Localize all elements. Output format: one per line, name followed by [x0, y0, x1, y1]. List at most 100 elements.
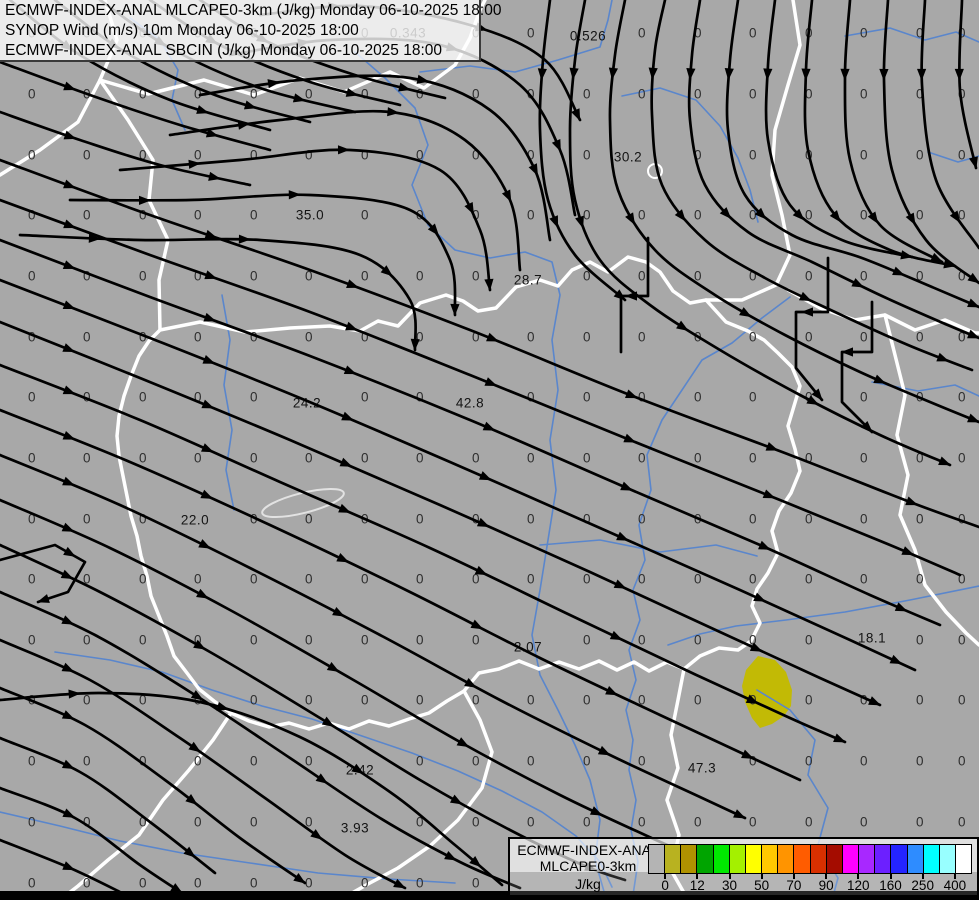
wind-arrowhead — [741, 749, 754, 759]
wind-arrowhead — [321, 716, 335, 727]
wind-arrowhead — [528, 163, 538, 177]
wind-arrowhead — [967, 329, 979, 339]
colorbar-cell — [777, 845, 794, 873]
title-block: ECMWF-INDEX-ANAL MLCAPE0-3km (J/kg) Mond… — [0, 0, 501, 62]
legend-subtitle: MLCAPE0-3km — [539, 858, 637, 874]
title-line-sbcin: ECMWF-INDEX-ANAL SBCIN (J/kg) Monday 06-… — [5, 42, 443, 59]
wind-streamline-layer — [0, 0, 979, 895]
wind-arrowhead — [37, 594, 50, 603]
wind-arrowhead — [833, 733, 846, 743]
wind-arrowhead — [61, 662, 75, 672]
wind-streamline — [0, 590, 522, 890]
wind-arrowhead — [337, 145, 350, 155]
wind-arrowhead — [851, 278, 865, 288]
colorbar-cell — [744, 845, 762, 873]
wind-arrowhead — [482, 421, 496, 431]
wind-streamline — [0, 686, 307, 885]
wind-arrowhead — [484, 377, 498, 387]
wind-arrowhead — [238, 234, 251, 244]
wind-arrowhead — [624, 389, 638, 399]
wind-arrowhead — [470, 619, 484, 630]
wind-arrowhead — [62, 260, 76, 269]
wind-arrowhead — [63, 81, 77, 91]
wind-arrowhead — [625, 291, 637, 301]
wind-arrowhead — [338, 503, 351, 513]
wind-arrowhead — [464, 201, 474, 215]
wind-arrowhead — [648, 67, 658, 80]
wind-arrowhead — [450, 303, 460, 316]
wind-arrowhead — [62, 430, 76, 440]
wind-arrowhead — [686, 68, 696, 81]
wind-arrowhead — [537, 68, 547, 81]
legend-unit: J/kg — [575, 876, 601, 892]
wind-arrowhead — [905, 212, 916, 226]
colorbar-cell — [696, 845, 713, 873]
title-line-synop-wind: SYNOP Wind (m/s) 10m Monday 06-10-2025 1… — [5, 22, 359, 39]
wind-arrowhead — [339, 457, 353, 467]
colorbar-cell — [874, 845, 891, 873]
wind-arrowhead — [613, 579, 627, 589]
wind-arrowhead — [758, 540, 771, 550]
wind-arrowhead — [894, 602, 908, 612]
wind-arrowhead — [486, 332, 499, 342]
wind-arrowhead — [61, 522, 75, 532]
wind-arrowhead — [938, 456, 951, 466]
wind-arrowhead — [343, 365, 357, 375]
wind-arrowhead — [61, 615, 75, 625]
colorbar-cell — [890, 845, 907, 873]
wind-arrowhead — [62, 861, 76, 871]
colorbar-cell — [938, 845, 955, 873]
wind-arrowhead — [449, 794, 463, 805]
wind-arrowhead — [967, 413, 979, 423]
colorbar-cell — [841, 845, 859, 873]
wind-arrowhead — [879, 68, 889, 81]
colorbar-cell — [954, 845, 972, 873]
wind-arrowhead — [609, 630, 623, 641]
wind-streamline — [957, 0, 978, 170]
wind-arrowhead — [765, 442, 779, 451]
wind-arrowhead — [575, 215, 584, 229]
wind-arrowhead — [569, 67, 579, 81]
legend-title: ECMWF-INDEX-ANAL — [517, 842, 659, 858]
wind-arrowhead — [62, 385, 76, 395]
colorbar-cell — [728, 845, 745, 873]
wind-arrowhead — [193, 639, 206, 650]
colorbar-cell — [761, 845, 778, 873]
wind-arrowhead — [801, 307, 813, 317]
colorbar-cell — [793, 845, 810, 873]
wind-arrowhead — [478, 471, 492, 481]
wind-arrowhead — [336, 553, 350, 563]
wind-arrowhead — [623, 433, 637, 443]
wind-arrowhead — [332, 606, 345, 617]
wind-arrowhead — [288, 190, 301, 200]
wind-arrowhead — [63, 179, 76, 189]
wind-arrowhead — [63, 130, 77, 140]
wind-streamline — [0, 320, 882, 707]
wind-arrowhead — [198, 539, 212, 549]
wind-arrowhead — [464, 677, 477, 688]
wind-arrowhead — [62, 476, 75, 486]
wind-streamline — [0, 363, 847, 744]
wind-arrowhead — [62, 808, 76, 818]
wind-arrowhead — [801, 68, 811, 81]
wind-arrowhead — [901, 546, 915, 556]
wind-arrowhead — [889, 654, 903, 665]
wind-arrowhead — [346, 279, 359, 288]
colorbar-cell — [712, 845, 729, 873]
wind-arrowhead — [501, 189, 512, 203]
wind-arrowhead — [196, 588, 209, 599]
wind-arrowhead — [749, 642, 763, 652]
wind-arrowhead — [936, 352, 950, 362]
wind-streamline — [794, 256, 830, 402]
wind-arrowhead — [201, 399, 215, 409]
colorbar-cell — [906, 845, 923, 873]
wind-streamline — [168, 109, 522, 272]
wind-arrowhead — [63, 546, 76, 557]
wind-arrowhead — [476, 517, 490, 527]
wind-streamline — [920, 0, 979, 250]
wind-arrowhead — [201, 443, 214, 453]
wind-arrowhead — [571, 108, 581, 122]
wind-arrowhead — [387, 107, 400, 117]
wind-arrowhead — [204, 270, 218, 280]
wind-arrowhead — [868, 696, 881, 706]
